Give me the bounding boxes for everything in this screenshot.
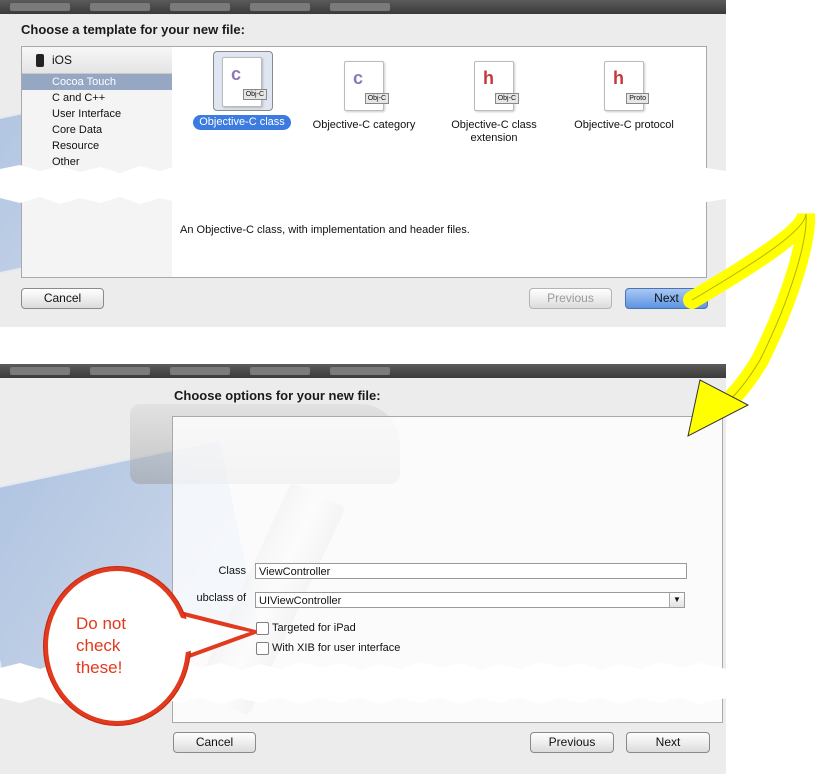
callout-line: Do not — [76, 614, 127, 633]
callout-line: check — [76, 636, 121, 655]
callout-line: these! — [76, 658, 123, 677]
callout-text: Do not check these! — [76, 613, 156, 679]
